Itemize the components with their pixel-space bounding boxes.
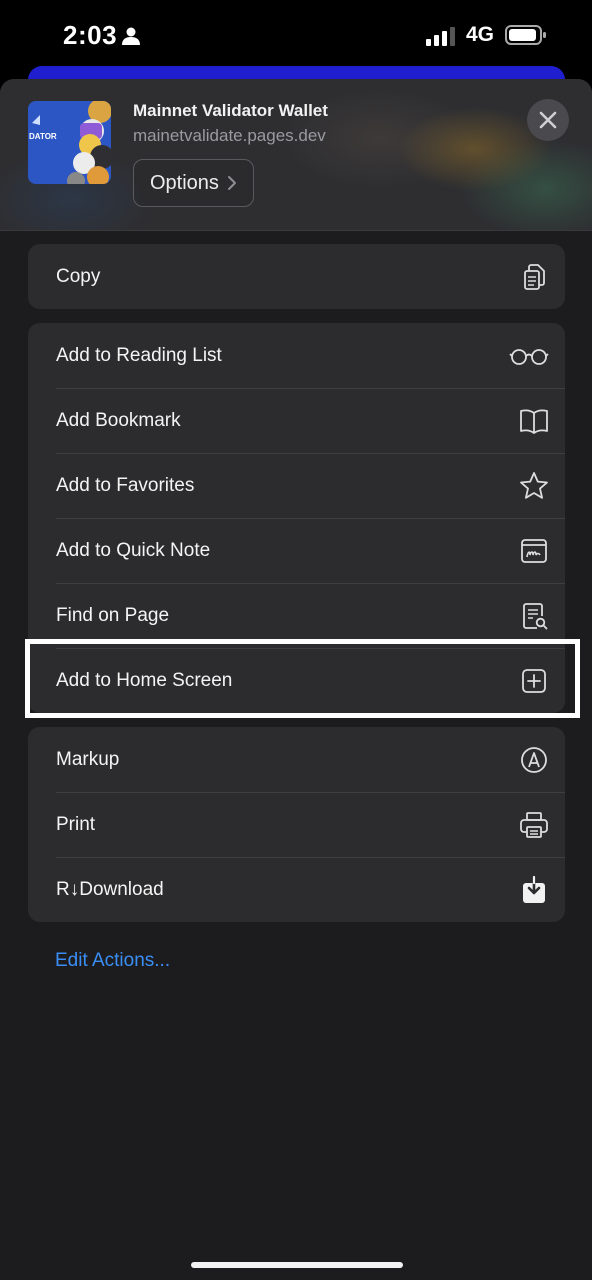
site-url: mainetvalidate.pages.dev bbox=[133, 126, 326, 145]
markup-pen-icon bbox=[519, 745, 549, 775]
action-row-add-to-home-screen[interactable]: Add to Home Screen bbox=[28, 648, 565, 713]
action-row-favorites[interactable]: Add to Favorites bbox=[28, 453, 565, 518]
plus-square-icon bbox=[519, 666, 549, 696]
site-title: Mainnet Validator Wallet bbox=[133, 101, 328, 120]
star-icon bbox=[519, 471, 549, 501]
close-icon bbox=[539, 111, 557, 129]
status-time: 2:03 bbox=[63, 20, 118, 50]
quick-note-icon bbox=[519, 536, 549, 566]
glasses-icon bbox=[509, 341, 549, 371]
action-label: Add to Quick Note bbox=[56, 539, 211, 561]
actions-group: Add to Reading List Add Bookmark Add to … bbox=[28, 323, 565, 713]
action-row-copy[interactable]: Copy bbox=[28, 244, 565, 309]
action-row-print[interactable]: Print bbox=[28, 792, 565, 857]
action-label: Copy bbox=[56, 265, 101, 287]
copy-group: Copy bbox=[28, 244, 565, 309]
action-label: Add to Reading List bbox=[56, 344, 222, 366]
download-icon bbox=[519, 875, 549, 905]
printer-icon bbox=[519, 810, 549, 840]
battery-icon bbox=[505, 25, 546, 45]
action-label: Add to Favorites bbox=[56, 474, 195, 496]
action-label: Print bbox=[56, 813, 96, 835]
action-row-bookmark[interactable]: Add Bookmark bbox=[28, 388, 565, 453]
options-label: Options bbox=[150, 171, 219, 194]
action-label: Add Bookmark bbox=[56, 409, 181, 431]
site-thumbnail: DATOR bbox=[28, 101, 111, 184]
action-row-find-on-page[interactable]: Find on Page bbox=[28, 583, 565, 648]
action-label: Find on Page bbox=[56, 604, 170, 626]
action-row-markup[interactable]: Markup bbox=[28, 727, 565, 792]
person-icon bbox=[122, 27, 140, 45]
action-row-download[interactable]: R↓Download bbox=[28, 857, 565, 922]
share-sheet-header: DATOR Mainnet Validator Wallet mainetval… bbox=[0, 79, 592, 231]
signal-icon bbox=[426, 27, 455, 46]
action-label: Add to Home Screen bbox=[56, 669, 233, 691]
status-bar: 2:03 4G bbox=[0, 0, 592, 70]
chevron-right-icon bbox=[227, 176, 236, 190]
site-thumbnail-text: DATOR bbox=[29, 132, 57, 141]
close-button[interactable] bbox=[527, 99, 569, 141]
edit-actions-link[interactable]: Edit Actions... bbox=[55, 950, 170, 972]
book-icon bbox=[519, 406, 549, 436]
network-type: 4G bbox=[466, 23, 495, 46]
action-label: Markup bbox=[56, 748, 120, 770]
action-row-reading-list[interactable]: Add to Reading List bbox=[28, 323, 565, 388]
site-thumbnail-image bbox=[28, 101, 111, 184]
extras-group: Markup Print R↓Download bbox=[28, 727, 565, 922]
copy-icon bbox=[519, 262, 549, 292]
options-button[interactable]: Options bbox=[133, 159, 254, 207]
home-indicator[interactable] bbox=[191, 1262, 403, 1268]
action-label: R↓Download bbox=[56, 878, 164, 900]
find-document-icon bbox=[519, 601, 549, 631]
action-row-quick-note[interactable]: Add to Quick Note bbox=[28, 518, 565, 583]
